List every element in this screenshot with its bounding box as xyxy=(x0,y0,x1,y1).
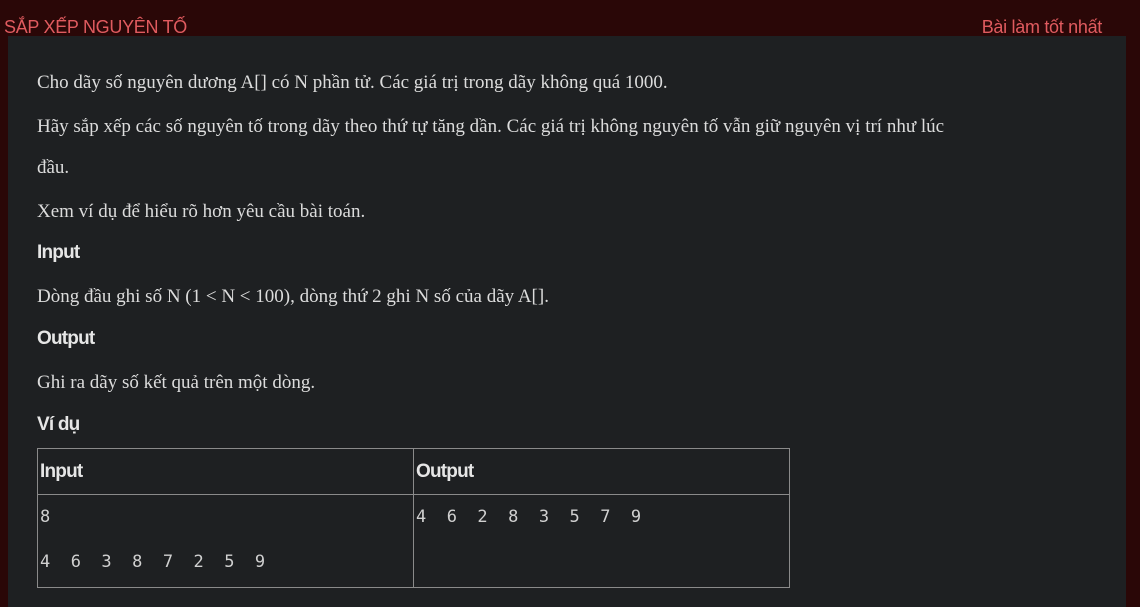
example-output-line-1: 4 6 2 8 3 5 7 9 xyxy=(416,507,642,527)
example-heading: Ví dụ xyxy=(37,414,80,435)
example-table-row: 8 4 6 3 8 7 2 5 9 4 6 2 8 3 5 7 9 xyxy=(37,494,790,588)
example-table: Input Output 8 4 6 3 8 7 2 5 9 4 6 2 8 3… xyxy=(37,448,790,588)
example-output-cell: 4 6 2 8 3 5 7 9 xyxy=(413,494,790,588)
problem-paragraph-1: Cho dãy số nguyên dương A[] có N phần tử… xyxy=(37,72,668,93)
problem-content: Cho dãy số nguyên dương A[] có N phần tử… xyxy=(8,36,1126,607)
example-table-header-row: Input Output xyxy=(37,448,790,495)
example-table-header-input: Input xyxy=(37,448,414,495)
example-input-line-2: 4 6 3 8 7 2 5 9 xyxy=(40,552,266,572)
top-bar: SẮP XẾP NGUYÊN TỐ Bài làm tốt nhất xyxy=(0,0,1140,38)
example-table-header-output: Output xyxy=(413,448,790,495)
example-input-cell: 8 4 6 3 8 7 2 5 9 xyxy=(37,494,414,588)
problem-paragraph-2-line-1: Hãy sắp xếp các số nguyên tố trong dãy t… xyxy=(37,116,945,137)
input-description: Dòng đầu ghi số N (1 < N < 100), dòng th… xyxy=(37,286,549,307)
output-description: Ghi ra dãy số kết quả trên một dòng. xyxy=(37,372,316,393)
input-heading: Input xyxy=(37,242,80,263)
example-input-line-1: 8 xyxy=(40,507,51,527)
output-heading: Output xyxy=(37,328,95,349)
problem-title[interactable]: SẮP XẾP NGUYÊN TỐ xyxy=(4,17,187,38)
best-submission-link[interactable]: Bài làm tốt nhất xyxy=(982,17,1103,38)
problem-paragraph-2-line-2: đầu. xyxy=(37,157,70,178)
problem-paragraph-3: Xem ví dụ để hiểu rõ hơn yêu cầu bài toá… xyxy=(37,201,366,222)
